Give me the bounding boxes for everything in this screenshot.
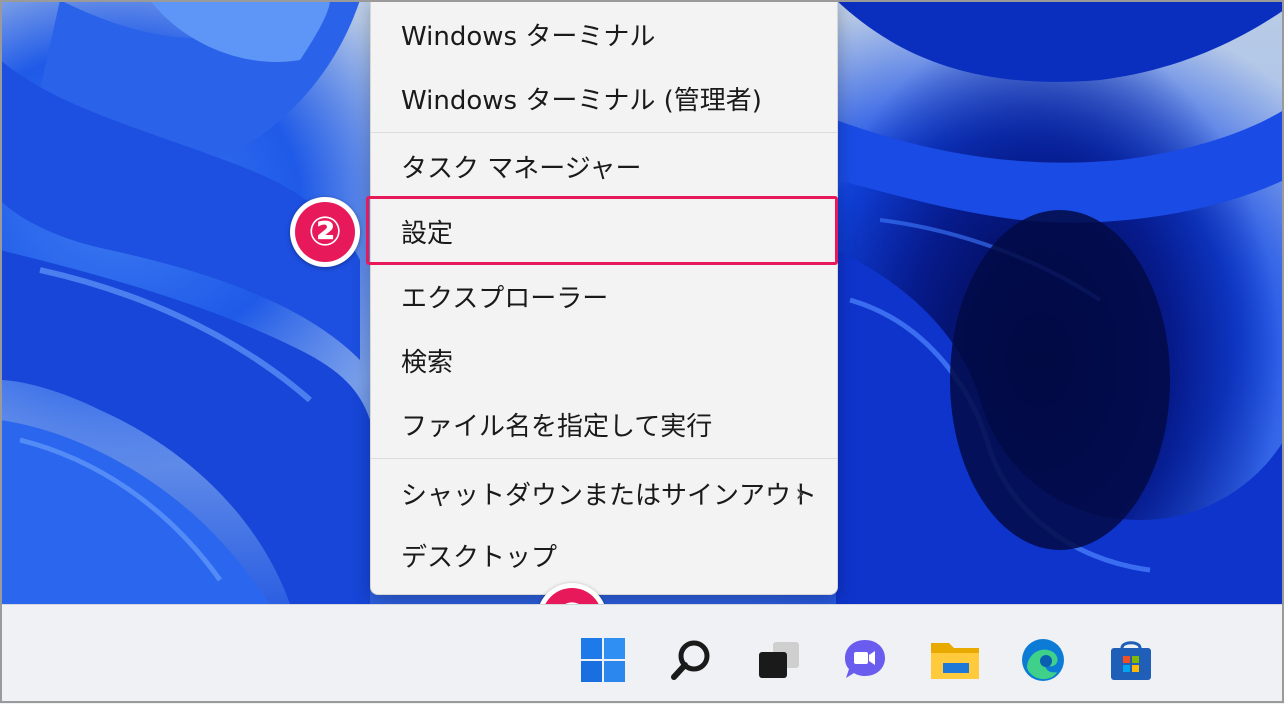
store-icon[interactable]	[1104, 633, 1158, 687]
menu-item-label: エクスプローラー	[401, 283, 609, 314]
menu-separator	[371, 132, 837, 133]
taskbar	[0, 604, 1284, 704]
menu-item-label: 検索	[401, 347, 454, 378]
menu-item-label: デスクトップ	[401, 542, 558, 573]
file-explorer-icon[interactable]	[928, 633, 982, 687]
task-view-icon[interactable]	[752, 633, 806, 687]
menu-item-windows-terminal[interactable]: Windows ターミナル	[371, 2, 837, 66]
menu-item-explorer[interactable]: エクスプローラー	[371, 264, 837, 328]
chevron-right-icon: ›	[795, 479, 805, 507]
menu-item-label: ファイル名を指定して実行	[401, 411, 713, 442]
menu-item-windows-terminal-admin[interactable]: Windows ターミナル (管理者)	[371, 66, 837, 130]
menu-item-run[interactable]: ファイル名を指定して実行	[371, 392, 837, 456]
chat-icon[interactable]	[838, 633, 892, 687]
menu-item-label: Windows ターミナル (管理者)	[401, 85, 762, 116]
menu-separator	[371, 458, 837, 459]
menu-item-task-manager[interactable]: タスク マネージャー	[371, 134, 837, 198]
context-menu: Windows ターミナル Windows ターミナル (管理者) タスク マネ…	[370, 0, 838, 595]
menu-item-label: シャットダウンまたはサインアウト	[401, 480, 818, 511]
edge-icon[interactable]	[1016, 633, 1070, 687]
step-2-badge: ②	[290, 197, 360, 267]
menu-item-search[interactable]: 検索	[371, 328, 837, 392]
windows-start-icon[interactable]	[576, 633, 630, 687]
menu-item-label: Windows ターミナル	[401, 21, 656, 52]
search-icon[interactable]	[664, 633, 718, 687]
menu-item-label: タスク マネージャー	[401, 153, 642, 184]
step-2-number: ②	[308, 209, 342, 255]
menu-item-shutdown-signout[interactable]: シャットダウンまたはサインアウト ›	[371, 461, 837, 525]
menu-item-desktop[interactable]: デスクトップ	[371, 523, 837, 587]
settings-highlight-box	[366, 196, 838, 265]
